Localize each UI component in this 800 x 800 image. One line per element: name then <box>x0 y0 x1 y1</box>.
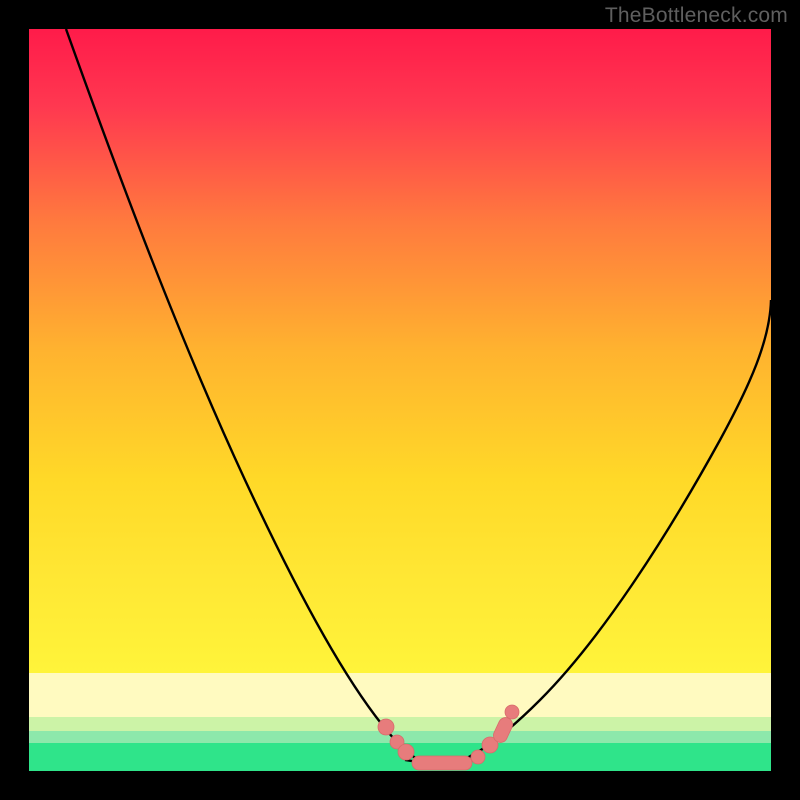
chart-svg <box>0 0 800 800</box>
bg-band-lightgreen <box>29 717 771 731</box>
bg-band-paleyellow <box>29 673 771 717</box>
bg-gradient <box>29 29 771 673</box>
watermark-text: TheBottleneck.com <box>605 4 788 28</box>
plot-area <box>29 29 771 771</box>
chart-stage: TheBottleneck.com <box>0 0 800 800</box>
